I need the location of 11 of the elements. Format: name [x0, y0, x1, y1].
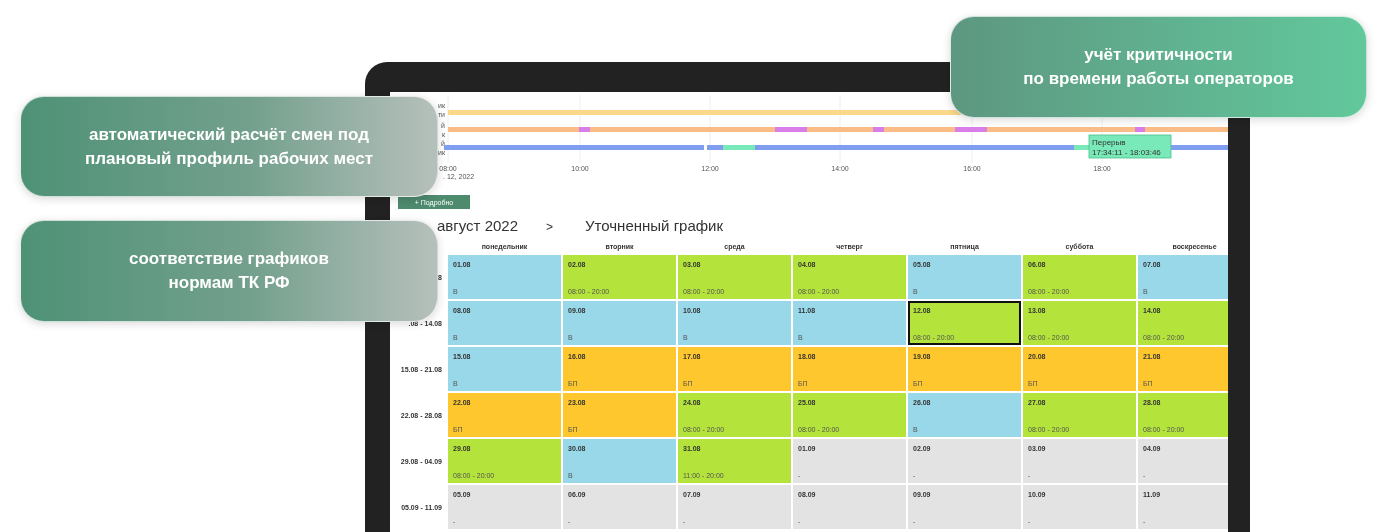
schedule-view-title: Уточненный график — [585, 217, 724, 234]
callout-text: автоматический расчёт смен под — [88, 123, 370, 146]
tooltip-title: Перерыв — [1092, 138, 1126, 147]
breadcrumb-separator: > — [546, 220, 554, 234]
callout-text: плановый профиль рабочих мест — [84, 147, 373, 170]
callout-text: по времени работы операторов — [1023, 68, 1294, 90]
month-label[interactable]: август 2022 — [437, 217, 519, 234]
tooltip-range: 17:34:11 - 18:03:46 — [1092, 148, 1161, 157]
callout-text: соответствие графиков — [129, 248, 329, 270]
callout-text: учёт критичности — [1084, 44, 1233, 66]
callout-text: нормам ТК РФ — [168, 272, 290, 294]
